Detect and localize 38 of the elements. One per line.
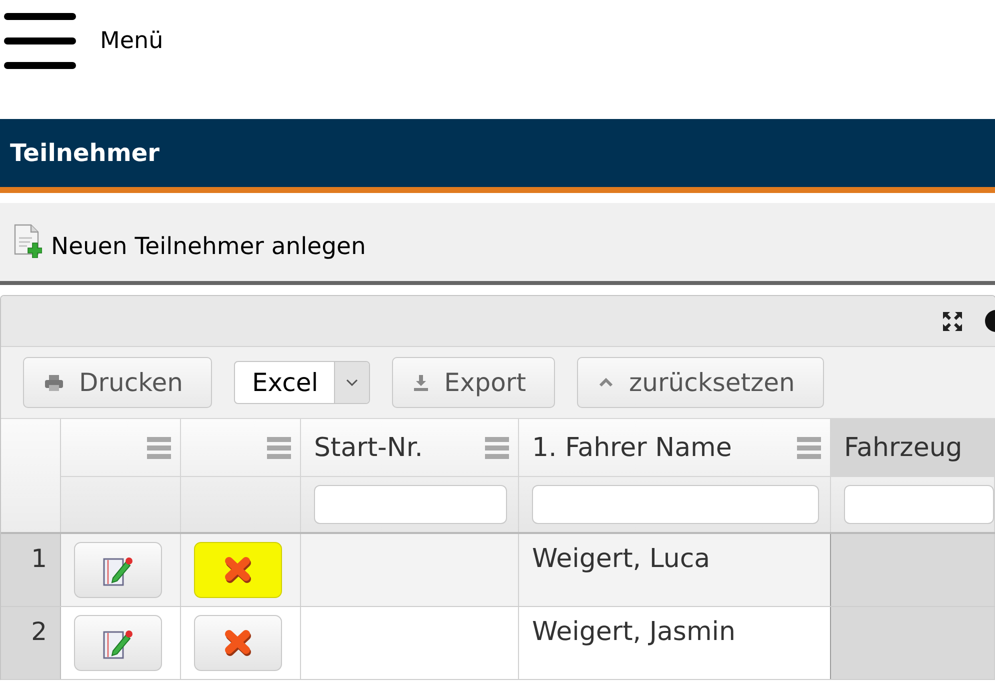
caret-up-icon	[599, 378, 614, 387]
format-select[interactable]: Excel	[234, 361, 370, 404]
table-cell: Weigert, Luca	[519, 534, 831, 606]
column-menu-icon[interactable]	[267, 436, 291, 458]
document-plus-icon	[14, 224, 42, 258]
edit-button[interactable]	[74, 615, 162, 671]
new-participant-link[interactable]: Neuen Teilnehmer anlegen	[14, 224, 366, 258]
column-header[interactable]: Start-Nr.	[301, 419, 519, 477]
printer-icon	[45, 374, 63, 390]
column-menu-icon[interactable]	[485, 436, 509, 458]
filter-input[interactable]	[844, 485, 994, 524]
column-title: 1. Fahrer Name	[532, 432, 732, 462]
edit-button[interactable]	[74, 542, 162, 598]
chevron-down-icon	[346, 379, 358, 386]
column-header[interactable]	[61, 419, 181, 477]
cross-icon	[222, 555, 254, 585]
export-button[interactable]: Export	[392, 357, 556, 408]
column-header[interactable]: 1. Fahrer Name	[519, 419, 831, 477]
delete-button[interactable]	[194, 542, 282, 598]
download-icon	[414, 374, 428, 390]
column-header[interactable]: Fahrzeug	[831, 419, 995, 477]
menu-icon[interactable]	[4, 13, 76, 69]
cross-icon	[222, 628, 254, 658]
column-menu-icon[interactable]	[797, 436, 821, 458]
row-number: 1	[1, 534, 61, 606]
column-menu-icon[interactable]	[147, 436, 171, 458]
delete-button[interactable]	[194, 615, 282, 671]
filter-input[interactable]	[314, 485, 507, 524]
menu-button[interactable]: Menü	[4, 13, 164, 69]
column-title: Fahrzeug	[844, 432, 962, 462]
reset-button[interactable]: zurücksetzen	[577, 357, 824, 408]
column-title: Start-Nr.	[314, 432, 423, 462]
filter-input[interactable]	[532, 485, 819, 524]
row-number: 2	[1, 607, 61, 679]
column-header[interactable]	[181, 419, 301, 477]
page-title: Teilnehmer	[10, 139, 160, 167]
print-button[interactable]: Drucken	[23, 357, 212, 408]
expand-icon[interactable]	[943, 312, 962, 330]
